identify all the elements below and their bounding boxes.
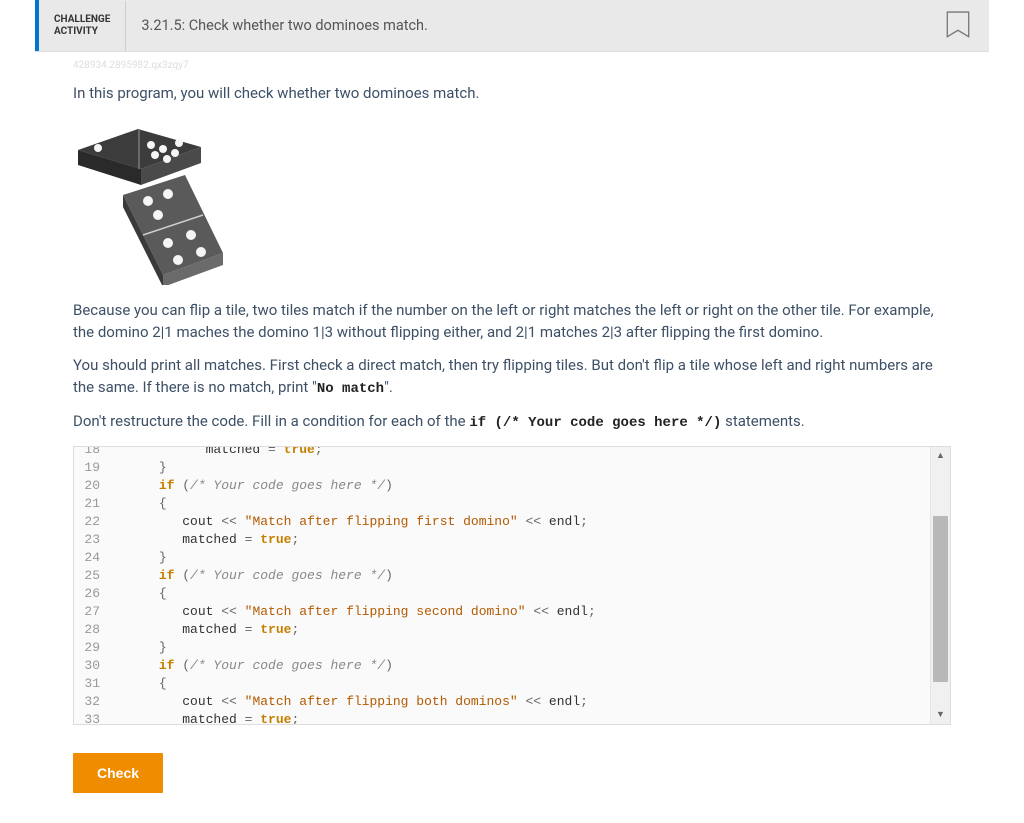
line-number: 26: [74, 585, 112, 603]
code-line[interactable]: 25 if (/* Your code goes here */): [74, 567, 950, 585]
line-number: 23: [74, 531, 112, 549]
paragraph-instructions: Don't restructure the code. Fill in a co…: [73, 411, 951, 433]
line-number: 31: [74, 675, 112, 693]
code-text[interactable]: cout << "Match after flipping first domi…: [112, 513, 950, 531]
scroll-thumb[interactable]: [933, 516, 948, 682]
code-line[interactable]: 26 {: [74, 585, 950, 603]
intro-text: In this program, you will check whether …: [73, 83, 951, 105]
code-editor[interactable]: 18 matched = true;19 }20 if (/* Your cod…: [73, 446, 951, 725]
scroll-up-arrow[interactable]: ▲: [931, 447, 950, 465]
line-number: 18: [74, 446, 112, 459]
code-line[interactable]: 32 cout << "Match after flipping both do…: [74, 693, 950, 711]
line-number: 19: [74, 459, 112, 477]
code-text[interactable]: matched = true;: [112, 531, 950, 549]
line-number: 21: [74, 495, 112, 513]
code-text[interactable]: matched = true;: [112, 446, 950, 459]
code-line[interactable]: 31 {: [74, 675, 950, 693]
code-line[interactable]: 19 }: [74, 459, 950, 477]
code-text[interactable]: if (/* Your code goes here */): [112, 477, 950, 495]
line-number: 29: [74, 639, 112, 657]
code-line[interactable]: 29 }: [74, 639, 950, 657]
line-number: 25: [74, 567, 112, 585]
code-text[interactable]: }: [112, 459, 950, 477]
code-line[interactable]: 18 matched = true;: [74, 446, 950, 459]
code-text[interactable]: {: [112, 495, 950, 513]
code-scrollbar[interactable]: ▲ ▼: [930, 447, 950, 724]
code-text[interactable]: cout << "Match after flipping second dom…: [112, 603, 950, 621]
code-line[interactable]: 30 if (/* Your code goes here */): [74, 657, 950, 675]
code-text[interactable]: {: [112, 585, 950, 603]
activity-content: 428934.2895982.qx3zqy7 In this program, …: [35, 51, 989, 793]
code-text[interactable]: matched = true;: [112, 711, 950, 725]
domino-illustration: [73, 125, 228, 285]
code-text[interactable]: matched = true;: [112, 621, 950, 639]
line-number: 30: [74, 657, 112, 675]
check-button[interactable]: Check: [73, 753, 163, 793]
code-text[interactable]: }: [112, 549, 950, 567]
line-number: 32: [74, 693, 112, 711]
activity-type-label: CHALLENGE ACTIVITY: [39, 14, 125, 38]
code-line[interactable]: 22 cout << "Match after flipping first d…: [74, 513, 950, 531]
code-line[interactable]: 28 matched = true;: [74, 621, 950, 639]
scroll-down-arrow[interactable]: ▼: [931, 706, 950, 724]
bookmark-icon[interactable]: [945, 11, 971, 41]
code-line[interactable]: 33 matched = true;: [74, 711, 950, 725]
code-text[interactable]: if (/* Your code goes here */): [112, 657, 950, 675]
line-number: 20: [74, 477, 112, 495]
line-number: 33: [74, 711, 112, 725]
line-number: 24: [74, 549, 112, 567]
code-text[interactable]: {: [112, 675, 950, 693]
paragraph-flip-desc: Because you can flip a tile, two tiles m…: [73, 300, 951, 344]
activity-title: 3.21.5: Check whether two dominoes match…: [125, 1, 945, 51]
code-line[interactable]: 24 }: [74, 549, 950, 567]
code-line[interactable]: 20 if (/* Your code goes here */): [74, 477, 950, 495]
code-line[interactable]: 21 {: [74, 495, 950, 513]
line-number: 28: [74, 621, 112, 639]
code-line[interactable]: 23 matched = true;: [74, 531, 950, 549]
activity-header: CHALLENGE ACTIVITY 3.21.5: Check whether…: [35, 0, 989, 51]
code-text[interactable]: cout << "Match after flipping both domin…: [112, 693, 950, 711]
code-text[interactable]: }: [112, 639, 950, 657]
paragraph-print-matches: You should print all matches. First chec…: [73, 355, 951, 399]
line-number: 27: [74, 603, 112, 621]
code-text[interactable]: if (/* Your code goes here */): [112, 567, 950, 585]
line-number: 22: [74, 513, 112, 531]
watermark-text: 428934.2895982.qx3zqy7: [73, 60, 951, 71]
code-line[interactable]: 27 cout << "Match after flipping second …: [74, 603, 950, 621]
